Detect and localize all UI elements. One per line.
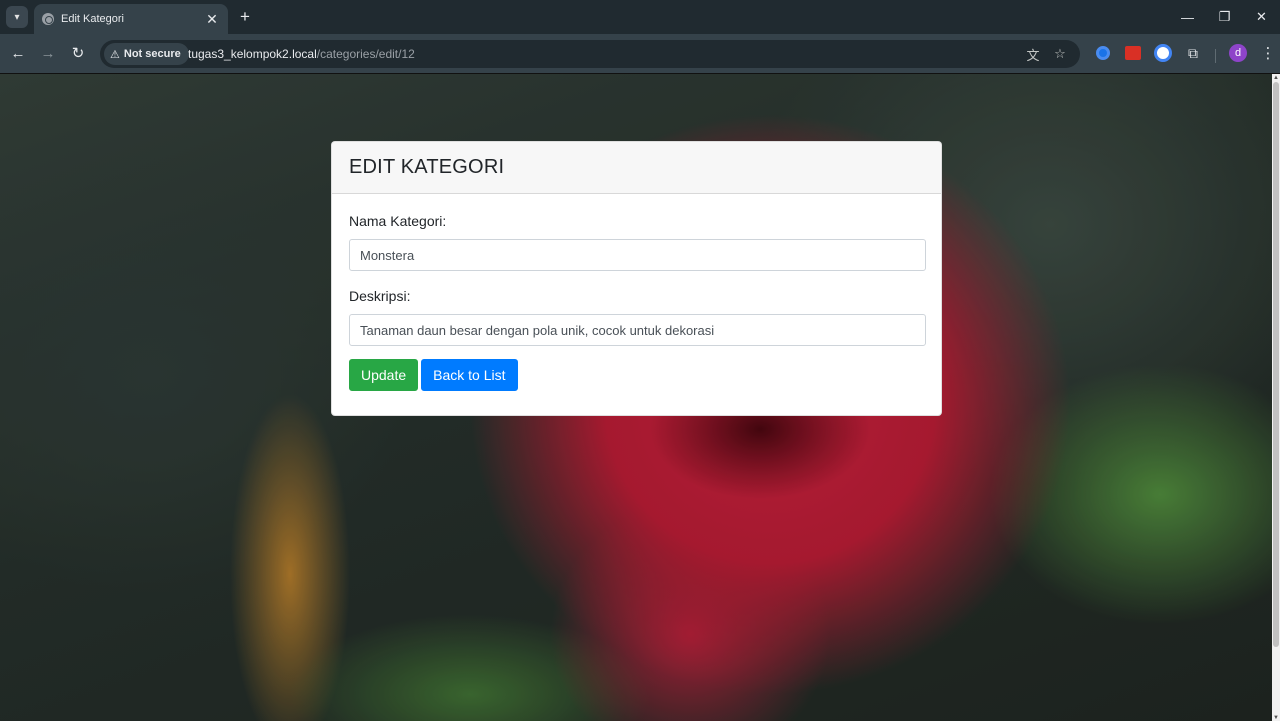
bookmark-star-icon[interactable]: ☆ [1051,45,1069,63]
warning-icon: ⚠ [110,48,120,61]
minimize-icon[interactable]: — [1169,0,1206,34]
tab-search-icon[interactable]: ▾ [6,6,28,28]
url-text[interactable]: tugas3_kelompok2.local/categories/edit/1… [188,47,415,61]
card-header: EDIT KATEGORI [332,142,941,194]
browser-toolbar: ← → ↻ ⚠ Not secure tugas3_kelompok2.loca… [0,34,1280,73]
tab-title: Edit Kategori [61,13,124,25]
extension-icon[interactable]: ⧉ [1184,44,1202,62]
globe-icon [42,13,54,25]
kebab-menu-icon[interactable]: ⋮ [1260,44,1276,62]
extension-blue-icon[interactable] [1094,44,1112,62]
security-label: Not secure [123,48,181,60]
reload-icon[interactable]: ↻ [68,43,88,63]
translate-icon[interactable]: 文 [1024,45,1042,63]
new-tab-button[interactable]: + [236,8,254,26]
forward-arrow-icon[interactable]: → [38,43,58,63]
description-form-group: Deskripsi: [349,287,926,346]
vertical-scrollbar[interactable]: ▲ ▼ [1272,74,1280,721]
scrollbar-thumb[interactable] [1273,82,1279,647]
description-label: Deskripsi: [349,288,411,304]
update-button[interactable]: Update [349,359,419,391]
back-arrow-icon[interactable]: ← [8,43,28,63]
tab-strip: ▾ Edit Kategori ✕ + — ❐ ✕ [0,0,1280,34]
profile-avatar[interactable]: d [1229,44,1247,62]
browser-tab[interactable]: Edit Kategori ✕ [34,4,228,34]
window-controls: — ❐ ✕ [1169,0,1280,34]
google-translate-extension-icon[interactable] [1154,44,1172,62]
edit-category-card: EDIT KATEGORI Nama Kategori: Deskripsi: … [331,141,942,416]
close-icon[interactable]: ✕ [1243,0,1280,34]
restore-icon[interactable]: ❐ [1206,0,1243,34]
url-host: tugas3_kelompok2.local [188,47,317,61]
scroll-up-icon[interactable]: ▲ [1272,74,1280,82]
page-viewport: EDIT KATEGORI Nama Kategori: Deskripsi: … [0,73,1280,721]
scroll-down-icon[interactable]: ▼ [1272,714,1280,721]
description-input[interactable] [349,314,926,346]
address-bar[interactable]: ⚠ Not secure tugas3_kelompok2.local/cate… [100,40,1080,68]
toolbar-divider [1215,49,1216,63]
tab-close-icon[interactable]: ✕ [204,12,220,26]
form-actions: Update Back to List [349,359,924,391]
page-title: EDIT KATEGORI [349,156,505,178]
name-form-group: Nama Kategori: [349,212,926,271]
extension-red-icon[interactable] [1124,44,1142,62]
url-path: /categories/edit/12 [316,47,415,61]
security-chip[interactable]: ⚠ Not secure [104,43,189,65]
name-label: Nama Kategori: [349,213,447,229]
edit-category-form: Nama Kategori: Deskripsi: Update Back to… [332,194,941,409]
category-name-input[interactable] [349,239,926,271]
back-to-list-button[interactable]: Back to List [421,359,518,391]
